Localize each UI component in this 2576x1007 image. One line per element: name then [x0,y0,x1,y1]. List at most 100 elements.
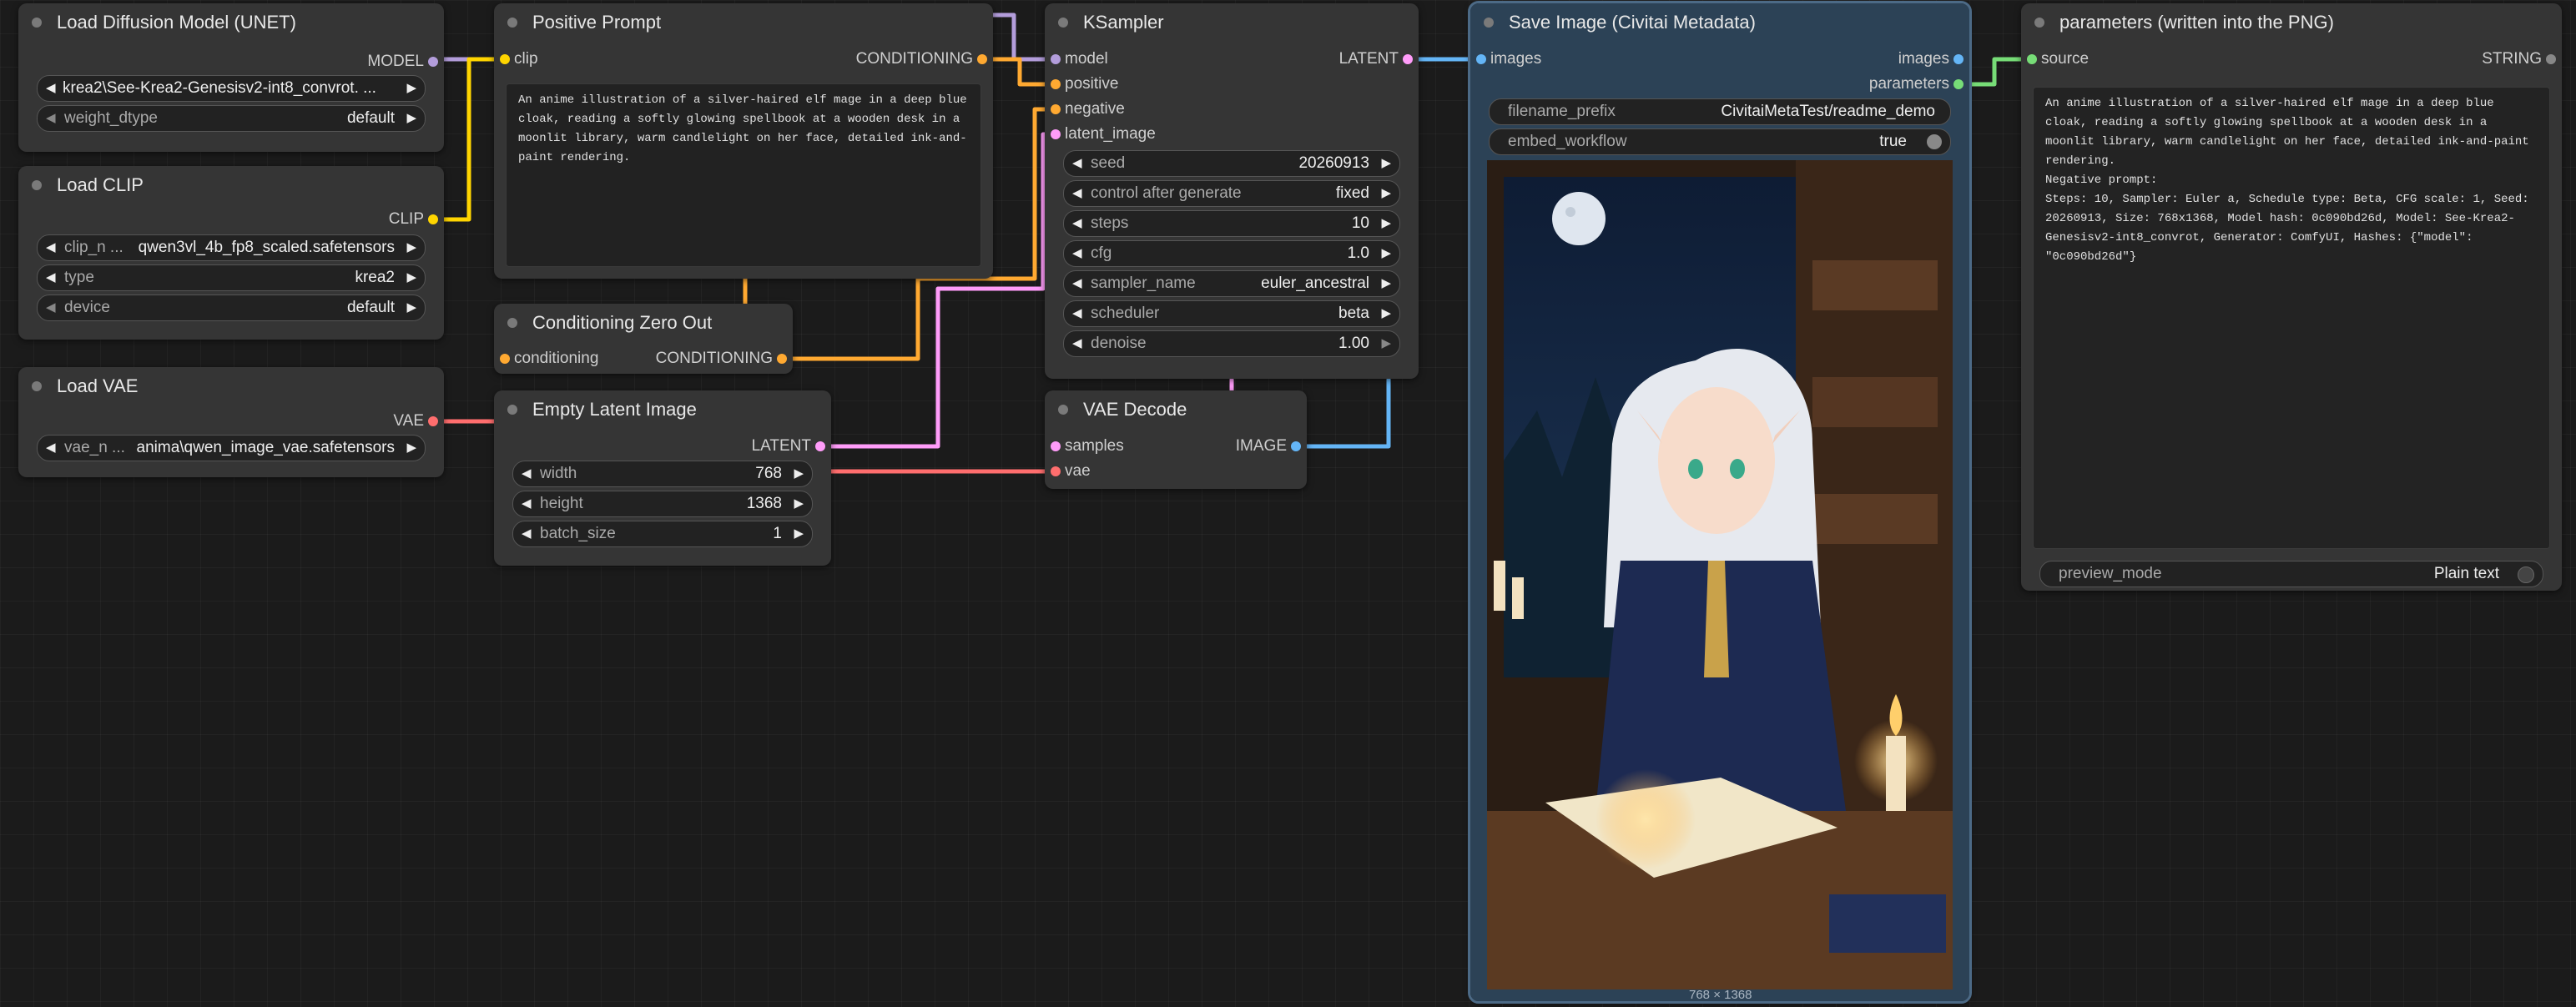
node-title[interactable]: Save Image (Civitai Metadata) [1470,3,1969,42]
input-pin[interactable] [500,54,510,64]
denoise-number[interactable]: ◀ denoise 1.00 ▶ [1063,330,1400,357]
arrow-right-icon[interactable]: ▶ [406,235,416,260]
node-load-clip[interactable]: Load CLIP CLIP ◀ clip_n ... qwen3vl_4b_f… [18,166,444,340]
type-combo[interactable]: ◀ type krea2 ▶ [37,264,426,291]
arrow-left-icon[interactable]: ◀ [1072,331,1082,356]
device-combo[interactable]: ◀ device default ▶ [37,295,426,321]
arrow-right-icon[interactable]: ▶ [1381,271,1391,296]
seed-number[interactable]: ◀ seed 20260913 ▶ [1063,150,1400,177]
node-load-vae[interactable]: Load VAE VAE ◀ vae_n ... anima\qwen_imag… [18,367,444,477]
arrow-right-icon[interactable]: ▶ [1381,301,1391,326]
node-title[interactable]: KSampler [1045,3,1419,42]
unet-name-combo[interactable]: ◀ krea2\See-Krea2-Genesisv2-int8_convrot… [37,75,426,102]
node-vae-decode[interactable]: VAE Decode samples IMAGE vae [1045,390,1307,489]
node-ksampler[interactable]: KSampler model LATENT positive negative … [1045,3,1419,379]
input-positive[interactable]: positive [1051,73,1118,96]
arrow-right-icon[interactable]: ▶ [406,265,416,290]
arrow-right-icon[interactable]: ▶ [794,461,804,486]
arrow-right-icon[interactable]: ▶ [406,106,416,131]
output-conditioning[interactable]: CONDITIONING [856,48,987,71]
node-title[interactable]: Conditioning Zero Out [494,304,793,342]
output-vae[interactable]: VAE [393,410,438,433]
node-positive-prompt[interactable]: Positive Prompt clip CONDITIONING An ani… [494,3,993,279]
input-pin[interactable] [1051,104,1061,114]
output-pin[interactable] [428,416,438,426]
output-pin[interactable] [2546,54,2556,64]
input-source[interactable]: source [2027,48,2089,71]
output-pin[interactable] [1403,54,1413,64]
output-pin[interactable] [428,57,438,67]
node-title[interactable]: Positive Prompt [494,3,993,42]
arrow-left-icon[interactable]: ◀ [46,295,56,320]
collapse-dot[interactable] [32,180,42,190]
input-pin[interactable] [1476,54,1486,64]
arrow-left-icon[interactable]: ◀ [1072,151,1082,176]
output-latent[interactable]: LATENT [752,435,825,458]
arrow-right-icon[interactable]: ▶ [1381,241,1391,266]
output-latent[interactable]: LATENT [1339,48,1413,71]
arrow-left-icon[interactable]: ◀ [46,265,56,290]
output-pin[interactable] [1953,54,1964,64]
arrow-left-icon[interactable]: ◀ [1072,241,1082,266]
node-load-diffusion-model[interactable]: Load Diffusion Model (UNET) MODEL ◀ krea… [18,3,444,152]
input-pin[interactable] [500,354,510,364]
node-title[interactable]: VAE Decode [1045,390,1307,429]
arrow-right-icon[interactable]: ▶ [794,491,804,516]
output-conditioning[interactable]: CONDITIONING [656,347,787,370]
output-clip[interactable]: CLIP [389,208,438,231]
parameters-textarea[interactable]: An anime illustration of a silver-haired… [2033,87,2550,549]
toggle-knob[interactable] [2518,566,2534,583]
preview-mode-toggle[interactable]: preview_mode Plain text [2039,561,2543,587]
arrow-left-icon[interactable]: ◀ [46,76,56,101]
collapse-dot[interactable] [1058,18,1068,28]
collapse-dot[interactable] [507,405,517,415]
arrow-left-icon[interactable]: ◀ [46,235,56,260]
node-title[interactable]: parameters (written into the PNG) [2021,3,2562,42]
embed-workflow-toggle[interactable]: embed_workflow true [1489,128,1951,155]
node-parameters-preview[interactable]: parameters (written into the PNG) source… [2021,3,2562,591]
node-save-image-civitai[interactable]: Save Image (Civitai Metadata) images ima… [1468,1,1972,1004]
node-title[interactable]: Load VAE [18,367,444,405]
filename-prefix-field[interactable]: filename_prefix CivitaiMetaTest/readme_d… [1489,98,1951,125]
input-pin[interactable] [1051,54,1061,64]
arrow-left-icon[interactable]: ◀ [1072,211,1082,236]
output-string[interactable]: STRING [2482,48,2556,71]
arrow-left-icon[interactable]: ◀ [522,461,532,486]
node-title[interactable]: Empty Latent Image [494,390,831,429]
collapse-dot[interactable] [1484,18,1494,28]
input-pin[interactable] [1051,129,1061,139]
arrow-left-icon[interactable]: ◀ [522,521,532,546]
collapse-dot[interactable] [32,381,42,391]
collapse-dot[interactable] [32,18,42,28]
collapse-dot[interactable] [2034,18,2044,28]
input-pin[interactable] [1051,79,1061,89]
input-pin[interactable] [2027,54,2037,64]
weight-dtype-combo[interactable]: ◀ weight_dtype default ▶ [37,105,426,132]
output-pin[interactable] [777,354,787,364]
arrow-right-icon[interactable]: ▶ [406,76,416,101]
cfg-number[interactable]: ◀ cfg 1.0 ▶ [1063,240,1400,267]
collapse-dot[interactable] [507,18,517,28]
input-clip[interactable]: clip [500,48,538,71]
output-pin[interactable] [815,441,825,451]
arrow-left-icon[interactable]: ◀ [1072,301,1082,326]
arrow-left-icon[interactable]: ◀ [522,491,532,516]
output-images[interactable]: images [1898,48,1964,71]
arrow-left-icon[interactable]: ◀ [46,436,56,461]
sampler-name-combo[interactable]: ◀ sampler_name euler_ancestral ▶ [1063,270,1400,297]
arrow-right-icon[interactable]: ▶ [406,295,416,320]
output-pin[interactable] [428,214,438,224]
arrow-left-icon[interactable]: ◀ [1072,181,1082,206]
arrow-right-icon[interactable]: ▶ [1381,151,1391,176]
output-parameters[interactable]: parameters [1869,73,1964,96]
vae-name-combo[interactable]: ◀ vae_n ... anima\qwen_image_vae.safeten… [37,435,426,461]
output-pin[interactable] [977,54,987,64]
input-pin[interactable] [1051,466,1061,476]
input-latent-image[interactable]: latent_image [1051,123,1156,146]
generated-image-preview[interactable] [1487,160,1953,989]
toggle-knob[interactable] [1927,134,1942,149]
arrow-left-icon[interactable]: ◀ [46,106,56,131]
arrow-right-icon[interactable]: ▶ [406,436,416,461]
input-pin[interactable] [1051,441,1061,451]
node-title[interactable]: Load Diffusion Model (UNET) [18,3,444,42]
